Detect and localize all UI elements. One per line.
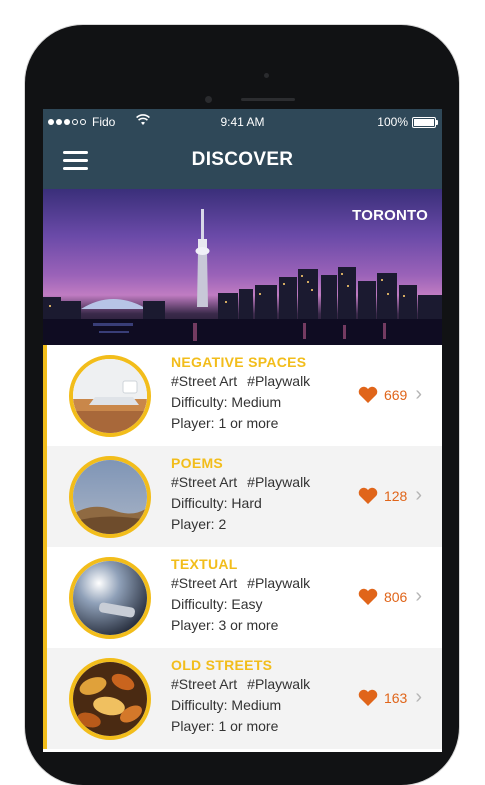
chevron-right-icon: › <box>415 585 422 607</box>
tag[interactable]: #Street Art <box>171 575 237 591</box>
tag[interactable]: #Playwalk <box>247 676 310 692</box>
laptop-desk-photo-icon <box>69 355 151 437</box>
autumn-leaves-photo-icon <box>69 658 151 740</box>
item-info: POEMS #Street Art #Playwalk Difficulty: H… <box>171 454 361 535</box>
item-players: Player: 2 <box>171 516 227 532</box>
item-title: NEGATIVE SPACES <box>171 354 307 370</box>
item-difficulty: Difficulty: Medium <box>171 394 282 410</box>
item-tags: #Street Art #Playwalk <box>171 573 361 594</box>
tag[interactable]: #Playwalk <box>247 575 310 591</box>
heart-icon <box>358 386 378 403</box>
tag[interactable]: #Street Art <box>171 373 237 389</box>
tag[interactable]: #Street Art <box>171 676 237 692</box>
item-title: TEXTUAL <box>171 556 238 572</box>
heart-icon <box>358 588 378 605</box>
item-tags: #Street Art #Playwalk <box>171 371 361 392</box>
list-item[interactable]: TEXTUAL #Street Art #Playwalk Difficulty:… <box>43 547 442 648</box>
like-button[interactable]: 163 › <box>358 686 422 709</box>
app-screen: Fido 9:41 AM 100% DISCOVER TORONTO NEGAT… <box>43 109 442 752</box>
walk-list: NEGATIVE SPACES #Street Art #Playwalk Dif… <box>43 345 442 749</box>
item-info: TEXTUAL #Street Art #Playwalk Difficulty:… <box>171 555 361 636</box>
like-button[interactable]: 806 › <box>358 585 422 608</box>
phone-bokeh-photo-icon <box>69 557 151 639</box>
item-players: Player: 1 or more <box>171 415 279 431</box>
item-title: OLD STREETS <box>171 657 273 673</box>
chevron-right-icon: › <box>415 484 422 506</box>
tag[interactable]: #Street Art <box>171 474 237 490</box>
like-button[interactable]: 128 › <box>358 484 422 507</box>
battery-icon <box>412 116 438 128</box>
item-title: POEMS <box>171 455 224 471</box>
list-item[interactable]: OLD STREETS #Street Art #Playwalk Difficu… <box>43 648 442 749</box>
front-camera <box>205 96 212 103</box>
item-difficulty: Difficulty: Medium <box>171 697 282 713</box>
item-info: OLD STREETS #Street Art #Playwalk Difficu… <box>171 656 361 737</box>
item-tags: #Street Art #Playwalk <box>171 472 361 493</box>
page-title: DISCOVER <box>191 149 294 170</box>
item-tags: #Street Art #Playwalk <box>171 674 361 695</box>
proximity-sensor <box>264 73 269 78</box>
city-name: TORONTO <box>352 207 428 224</box>
nav-bar: DISCOVER <box>43 135 442 189</box>
list-item[interactable]: POEMS #Street Art #Playwalk Difficulty: H… <box>43 446 442 547</box>
city-banner[interactable]: TORONTO <box>43 189 442 345</box>
chevron-right-icon: › <box>415 686 422 708</box>
item-difficulty: Difficulty: Hard <box>171 495 262 511</box>
tag[interactable]: #Playwalk <box>247 373 310 389</box>
heart-icon <box>358 689 378 706</box>
chevron-right-icon: › <box>415 383 422 405</box>
item-players: Player: 3 or more <box>171 617 279 633</box>
like-count: 669 <box>383 386 408 403</box>
item-info: NEGATIVE SPACES #Street Art #Playwalk Dif… <box>171 353 361 434</box>
like-count: 806 <box>383 588 408 605</box>
tag[interactable]: #Playwalk <box>247 474 310 490</box>
heart-icon <box>358 487 378 504</box>
earpiece-speaker <box>241 98 295 101</box>
item-players: Player: 1 or more <box>171 718 279 734</box>
desert-dune-photo-icon <box>69 456 151 538</box>
like-button[interactable]: 669 › <box>358 383 422 406</box>
list-item[interactable]: NEGATIVE SPACES #Street Art #Playwalk Dif… <box>43 345 442 446</box>
battery-status: 100% <box>377 115 438 129</box>
like-count: 128 <box>383 487 408 504</box>
like-count: 163 <box>383 689 408 706</box>
item-difficulty: Difficulty: Easy <box>171 596 263 612</box>
status-bar: Fido 9:41 AM 100% <box>43 109 442 135</box>
battery-percent: 100% <box>377 115 408 129</box>
